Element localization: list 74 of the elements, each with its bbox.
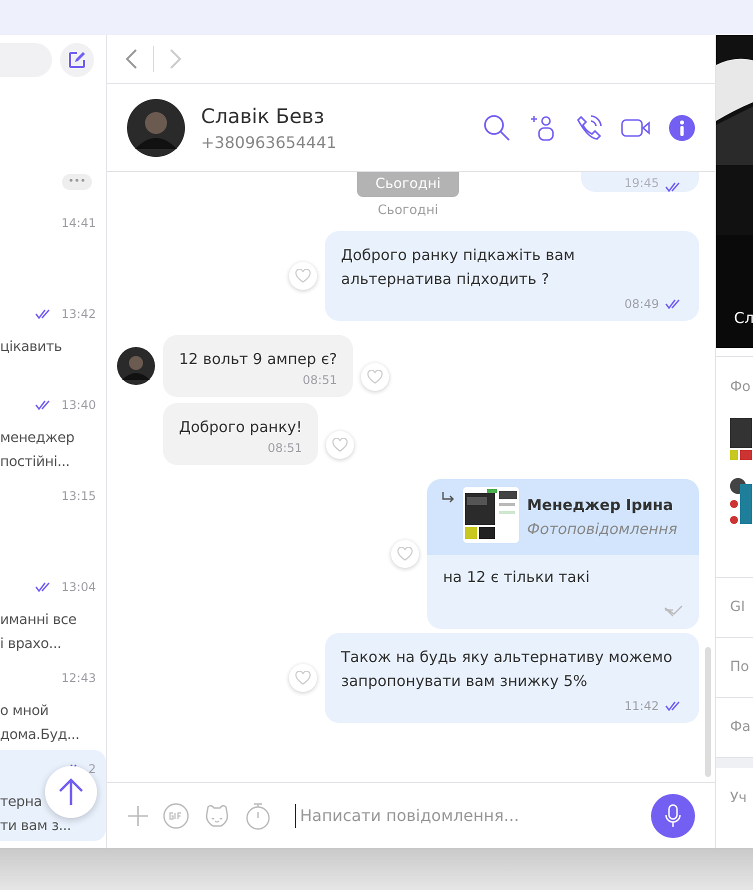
- section-title: Уч: [716, 758, 753, 828]
- message-text: Доброго ранку підкажіть вам альтернатива підходить ?: [341, 244, 576, 290]
- back-button[interactable]: [125, 48, 139, 70]
- timer-icon[interactable]: [245, 802, 271, 830]
- chat-list-item[interactable]: 13:40 менеджер постійні...: [0, 386, 106, 477]
- chat-time: 13:15: [61, 488, 96, 505]
- gif-icon[interactable]: [163, 802, 189, 828]
- chat-preview: о мной: [0, 702, 49, 721]
- video-call-icon[interactable]: [621, 116, 651, 138]
- chat-preview: цікавить: [0, 338, 62, 357]
- microphone-icon: [665, 804, 681, 828]
- chat-preview: терна: [0, 793, 42, 812]
- contact-name: Славік Бевз: [201, 102, 326, 130]
- date-label: Сьогодні: [378, 202, 438, 220]
- message-text: Доброго ранку!: [179, 416, 302, 438]
- message-text: Також на будь яку альтернативу можемо запропонувати вам знижку 5%: [341, 646, 674, 692]
- message-text: 12 вольт 9 ампер є?: [179, 348, 338, 370]
- heart-icon: [295, 268, 311, 282]
- chat-list-item[interactable]: 13:04 иманні все і врахо...: [0, 568, 106, 659]
- add-person-icon[interactable]: [529, 114, 557, 142]
- microphone-button[interactable]: [651, 794, 695, 838]
- chat-preview: ти вам з...: [0, 817, 72, 836]
- info-row[interactable]: Фа: [716, 698, 753, 758]
- like-button[interactable]: [326, 430, 354, 458]
- compose-button[interactable]: [60, 42, 94, 76]
- chat-time: 14:41: [61, 215, 96, 232]
- chat-time: 2: [88, 761, 96, 778]
- section-title: Фо: [730, 378, 752, 397]
- chat-time: 12:43: [61, 670, 96, 687]
- quote-author: Менеджер Ірина: [527, 494, 674, 516]
- message-time: 19:45: [624, 175, 659, 192]
- info-row[interactable]: По: [716, 638, 753, 698]
- plus-icon[interactable]: [127, 804, 149, 826]
- date-pill: Сьогодні: [357, 172, 459, 197]
- chat-preview: дома.Буд...: [0, 726, 80, 745]
- message-time: 08:51: [302, 372, 338, 388]
- message-time: 11:42: [624, 698, 659, 714]
- search-icon[interactable]: [483, 114, 511, 142]
- info-icon[interactable]: [669, 114, 695, 140]
- info-row[interactable]: GI: [716, 578, 753, 638]
- phone-icon[interactable]: [575, 114, 603, 142]
- sender-avatar[interactable]: [117, 346, 155, 384]
- contact-phone: +380963654441: [201, 132, 337, 154]
- like-button[interactable]: [391, 540, 419, 568]
- quote-text: Фотоповідомлення: [527, 518, 678, 540]
- chat-preview: менеджер: [0, 429, 74, 448]
- message-time: 08:51: [268, 440, 302, 456]
- chat-time: 13:04: [61, 579, 96, 596]
- chat-time: 13:40: [61, 397, 96, 414]
- chat-list-item[interactable]: 13:15: [0, 477, 106, 568]
- photo-caption: Сл: [734, 308, 753, 329]
- message-time: 08:49: [624, 296, 659, 312]
- chat-preview: і врахо...: [0, 635, 62, 654]
- arrow-up-icon: [58, 778, 84, 806]
- edit-icon: [68, 50, 86, 68]
- chat-preview: постійні...: [0, 453, 70, 472]
- heart-icon: [295, 670, 311, 684]
- chat-time: 13:42: [61, 306, 96, 323]
- more-badge[interactable]: •••: [62, 174, 92, 190]
- heart-icon: [397, 546, 413, 560]
- sticker-icon[interactable]: [203, 802, 231, 828]
- heart-icon: [332, 438, 348, 452]
- like-button[interactable]: [361, 362, 390, 390]
- chat-list-item[interactable]: 14:41: [0, 204, 106, 295]
- forward-button[interactable]: [168, 48, 182, 70]
- chat-list-item[interactable]: 13:42 цікавить: [0, 295, 106, 386]
- chat-preview: иманні все: [0, 611, 76, 630]
- reply-arrow-icon: [441, 490, 455, 504]
- like-button[interactable]: [289, 262, 317, 290]
- message-text: на 12 є тільки такі: [443, 566, 591, 588]
- heart-icon: [367, 370, 384, 384]
- chat-list-item[interactable]: 12:43 о мной дома.Буд...: [0, 659, 106, 750]
- contact-avatar[interactable]: [127, 98, 185, 156]
- like-button[interactable]: [289, 664, 317, 692]
